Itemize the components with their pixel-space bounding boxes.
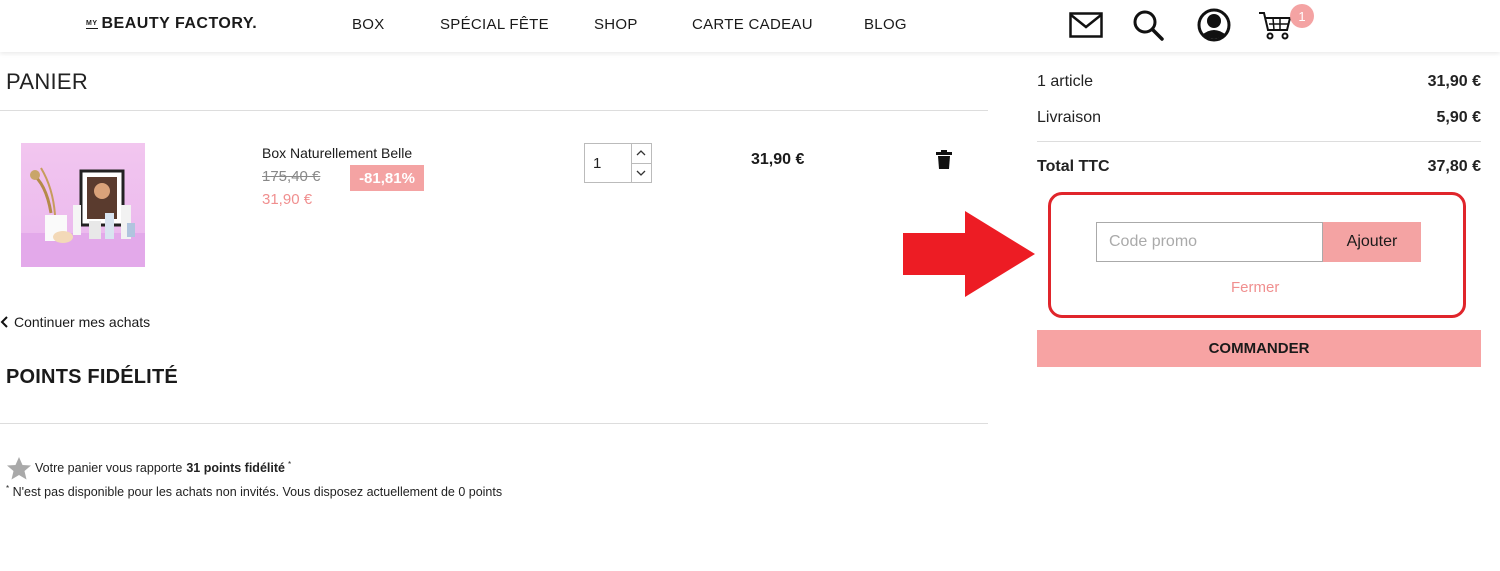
summary-shipping-value: 5,90 € — [1436, 109, 1481, 126]
nav-special-fete[interactable]: SPÉCIAL FÊTE — [440, 16, 549, 33]
line-total: 31,90 € — [751, 151, 805, 168]
cart-title: PANIER — [6, 69, 89, 94]
continue-shopping-label: Continuer mes achats — [14, 314, 151, 330]
loyalty-divider — [0, 423, 988, 424]
discount-badge: -81,81% — [350, 165, 424, 191]
chevron-left-icon — [0, 316, 8, 328]
promo-close-link[interactable]: Fermer — [1231, 279, 1279, 296]
loyalty-note-asterisk: * — [6, 484, 10, 493]
continue-shopping-link[interactable]: Continuer mes achats — [0, 314, 150, 330]
loyalty-title: POINTS FIDÉLITÉ — [6, 366, 178, 388]
summary-total-label: Total TTC — [1037, 158, 1110, 175]
loyalty-note: * N'est pas disponible pour les achats n… — [6, 484, 502, 499]
loyalty-line-prefix: Votre panier vous rapporte — [35, 461, 183, 475]
account-icon[interactable] — [1196, 8, 1232, 42]
star-icon — [7, 457, 31, 480]
logo-text: BEAUTY FACTORY. — [101, 15, 258, 32]
product-price: 31,90 € — [262, 191, 313, 208]
product-old-price: 175,40 € — [262, 168, 321, 185]
product-name[interactable]: Box Naturellement Belle — [262, 145, 412, 161]
promo-add-button[interactable]: Ajouter — [1323, 222, 1421, 262]
loyalty-note-text: N'est pas disponible pour les achats non… — [12, 485, 503, 500]
nav-carte-cadeau[interactable]: CARTE CADEAU — [692, 16, 813, 33]
nav-shop[interactable]: SHOP — [594, 16, 638, 33]
summary-items-row: 1 article 31,90 € — [1037, 73, 1481, 91]
summary-items-label: 1 article — [1037, 73, 1094, 90]
site-header: MY BEAUTY FACTORY. BOX SPÉCIAL FÊTE SHOP… — [0, 0, 1500, 52]
cart-count-badge: 1 — [1290, 4, 1314, 28]
nav-box[interactable]: BOX — [352, 16, 385, 33]
summary-items-value: 31,90 € — [1427, 73, 1481, 90]
brand-logo[interactable]: MY BEAUTY FACTORY. — [86, 15, 257, 33]
summary-total-value: 37,80 € — [1427, 158, 1481, 175]
product-image[interactable] — [21, 143, 145, 267]
summary-shipping-label: Livraison — [1037, 109, 1102, 126]
loyalty-points-line: Votre panier vous rapporte 31 points fid… — [6, 456, 291, 480]
chevron-up-icon — [636, 150, 646, 156]
logo-prefix: MY — [86, 19, 98, 29]
summary-total-row: Total TTC 37,80 € — [1037, 158, 1481, 176]
mail-icon[interactable] — [1068, 8, 1104, 42]
chevron-down-icon — [636, 170, 646, 176]
quantity-stepper[interactable]: 1 — [584, 143, 652, 183]
loyalty-asterisk: * — [287, 459, 292, 469]
quantity-input[interactable]: 1 — [585, 144, 631, 182]
quantity-down-button[interactable] — [632, 164, 651, 183]
quantity-up-button[interactable] — [631, 144, 651, 164]
summary-shipping-row: Livraison 5,90 € — [1037, 109, 1481, 127]
trash-icon[interactable] — [935, 150, 953, 170]
cart-icon[interactable] — [1258, 8, 1294, 42]
promo-code-input[interactable]: Code promo — [1096, 222, 1323, 262]
cart-title-divider — [0, 110, 988, 111]
checkout-button[interactable]: COMMANDER — [1037, 330, 1481, 367]
search-icon[interactable] — [1130, 8, 1166, 42]
loyalty-points-value: 31 points fidélité — [186, 461, 285, 475]
annotation-arrow-icon — [903, 211, 1036, 298]
summary-divider — [1037, 141, 1481, 142]
nav-blog[interactable]: BLOG — [864, 16, 907, 33]
